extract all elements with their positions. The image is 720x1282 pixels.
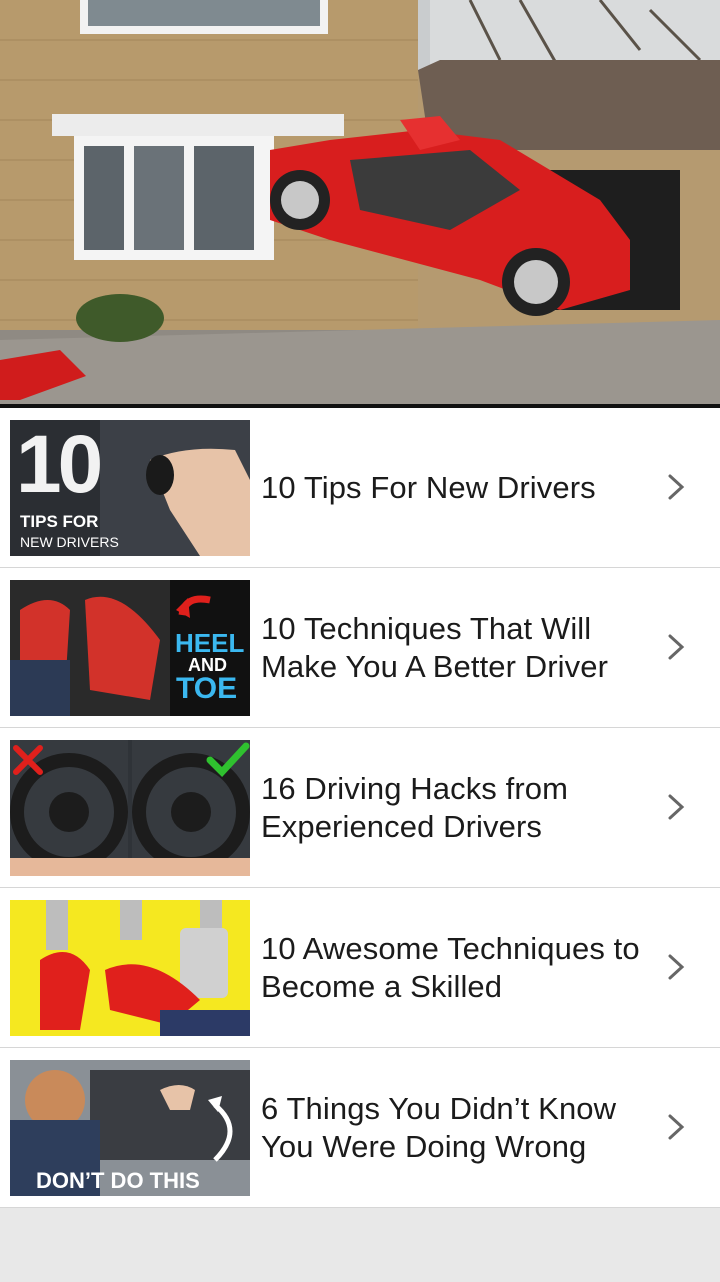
article-list: 10 TIPS FOR NEW DRIVERS 10 Tips For New … (0, 408, 720, 1208)
article-title: 10 Techniques That Will Make You A Bette… (261, 610, 609, 684)
thumb-number: 10 (16, 420, 103, 510)
list-item[interactable]: HEEL AND TOE 10 Techniques That Will Mak… (0, 568, 720, 728)
article-thumbnail: 10 TIPS FOR NEW DRIVERS (10, 420, 250, 556)
article-thumbnail (10, 740, 250, 876)
chevron-right-icon (668, 794, 685, 820)
hero-image (0, 0, 720, 404)
thumb-caption-line3: TOE (176, 672, 238, 705)
article-title: 10 Tips For New Drivers (261, 469, 596, 505)
article-thumbnail: DON’T DO THIS (10, 1060, 250, 1196)
list-item[interactable]: 10 TIPS FOR NEW DRIVERS 10 Tips For New … (0, 408, 720, 568)
article-thumbnail: HEEL AND TOE (10, 580, 250, 716)
steering-wheels-photo (10, 740, 250, 876)
article-thumbnail (10, 900, 250, 1036)
thumb-caption-line1: TIPS FOR (20, 512, 99, 531)
thumb-caption: DON’T DO THIS (36, 1168, 200, 1193)
crashed-car-photo (0, 0, 720, 404)
list-item[interactable]: 16 Driving Hacks from Experienced Driver… (0, 728, 720, 888)
article-title: 10 Awesome Techniques to Become a Skille… (261, 930, 640, 1004)
chevron-right-icon (668, 634, 685, 660)
article-title: 6 Things You Didn’t Know You Were Doing … (261, 1090, 617, 1164)
article-title: 16 Driving Hacks from Experienced Driver… (261, 770, 569, 844)
thumb-caption-line2: NEW DRIVERS (20, 534, 119, 550)
chevron-right-icon (668, 474, 685, 500)
pedals-sneakers-photo (10, 900, 250, 1036)
list-item[interactable]: DON’T DO THIS 6 Things You Didn’t Know Y… (0, 1048, 720, 1208)
chevron-right-icon (668, 1114, 685, 1140)
chevron-right-icon (668, 954, 685, 980)
footer-empty-area (0, 1208, 720, 1282)
list-item[interactable]: 10 Awesome Techniques to Become a Skille… (0, 888, 720, 1048)
